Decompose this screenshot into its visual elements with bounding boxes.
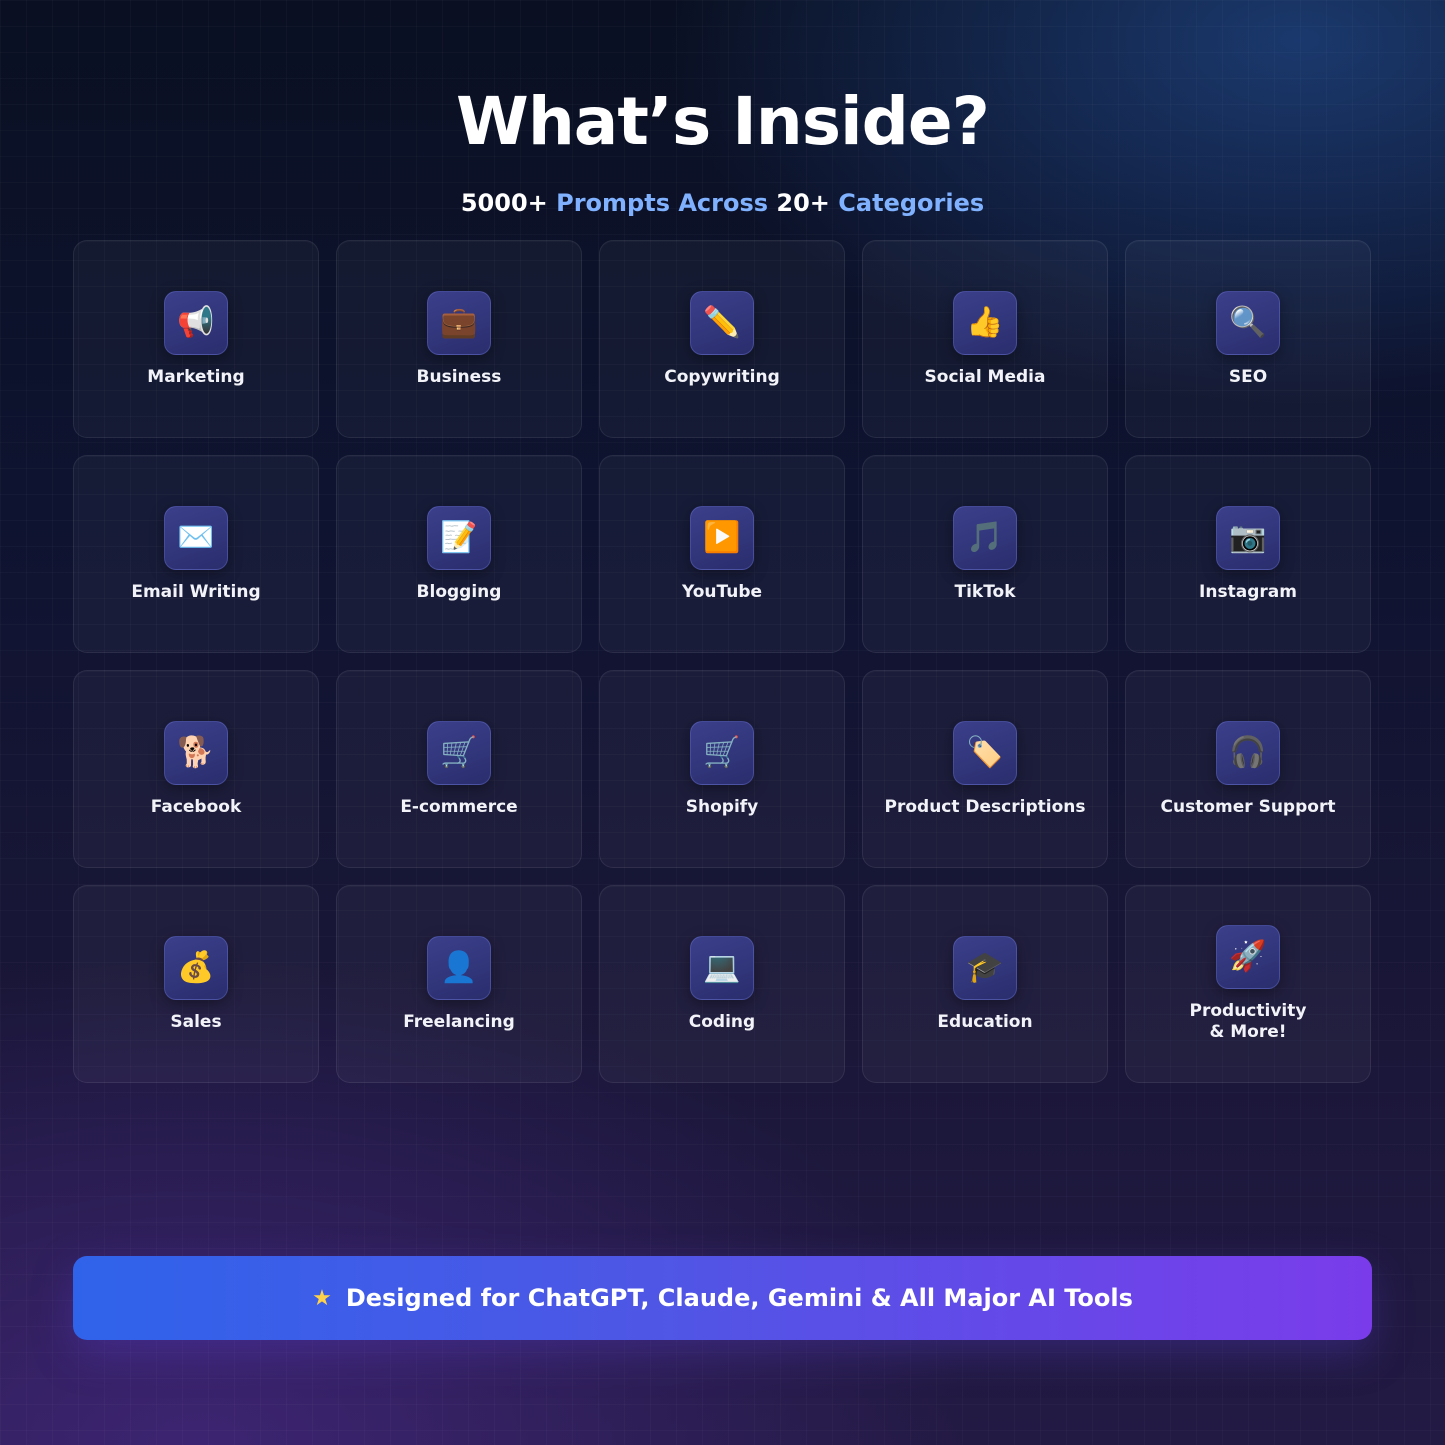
pencil-icon: ✏️ [690, 290, 754, 355]
shopping-cart-icon: 🛒 [690, 720, 754, 785]
category-card-productivity[interactable]: 🚀 Productivity & More! [1125, 885, 1371, 1083]
compatibility-banner: ★ Designed for ChatGPT, Claude, Gemini &… [73, 1256, 1372, 1340]
category-label: Blogging [416, 581, 502, 602]
play-button-icon: ▶️ [690, 505, 754, 570]
category-card-customer-support[interactable]: 🎧 Customer Support [1125, 670, 1371, 868]
category-label: Coding [688, 1011, 756, 1032]
camera-icon: 📷 [1216, 505, 1280, 570]
category-label: Business [416, 366, 502, 387]
star-icon: ★ [312, 1285, 332, 1311]
category-card-business[interactable]: 💼 Business [336, 240, 582, 438]
subtitle-prompt-count: 5000+ [460, 189, 548, 217]
music-note-icon: 🎵 [953, 505, 1017, 570]
category-card-social-media[interactable]: 👍 Social Media [862, 240, 1108, 438]
rocket-icon: 🚀 [1216, 925, 1280, 989]
category-card-facebook[interactable]: 🐕 Facebook [73, 670, 319, 868]
category-card-sales[interactable]: 💰 Sales [73, 885, 319, 1083]
laptop-icon: 💻 [690, 935, 754, 1000]
category-card-copywriting[interactable]: ✏️ Copywriting [599, 240, 845, 438]
category-label: Marketing [147, 366, 245, 387]
category-label: TikTok [954, 581, 1016, 602]
page-subtitle: 5000+ Prompts Across 20+ Categories [0, 186, 1445, 220]
memo-icon: 📝 [427, 505, 491, 570]
category-label: Instagram [1199, 581, 1297, 602]
banner-text: Designed for ChatGPT, Claude, Gemini & A… [345, 1284, 1133, 1312]
briefcase-icon: 💼 [427, 290, 491, 355]
category-card-instagram[interactable]: 📷 Instagram [1125, 455, 1371, 653]
category-label: Email Writing [131, 581, 261, 602]
magnifier-icon: 🔍 [1216, 290, 1280, 355]
shopping-cart-icon: 🛒 [427, 720, 491, 785]
category-card-shopify[interactable]: 🛒 Shopify [599, 670, 845, 868]
graduation-cap-icon: 🎓 [953, 935, 1017, 1000]
category-card-tiktok[interactable]: 🎵 TikTok [862, 455, 1108, 653]
category-card-product-descriptions[interactable]: 🏷️ Product Descriptions [862, 670, 1108, 868]
category-card-coding[interactable]: 💻 Coding [599, 885, 845, 1083]
category-grid: 📢 Marketing 💼 Business ✏️ Copywriting 👍 … [73, 240, 1372, 1083]
category-label: Product Descriptions [884, 796, 1086, 817]
category-label: Copywriting [664, 366, 780, 387]
money-bag-icon: 💰 [164, 935, 228, 1000]
dog-icon: 🐕 [164, 720, 228, 785]
category-label: Freelancing [403, 1011, 515, 1032]
category-label: Shopify [685, 796, 759, 817]
envelope-icon: ✉️ [164, 505, 228, 570]
subtitle-prompts-across: Prompts Across [556, 189, 769, 217]
category-card-marketing[interactable]: 📢 Marketing [73, 240, 319, 438]
category-card-youtube[interactable]: ▶️ YouTube [599, 455, 845, 653]
category-card-blogging[interactable]: 📝 Blogging [336, 455, 582, 653]
megaphone-icon: 📢 [164, 290, 228, 355]
category-card-e-commerce[interactable]: 🛒 E-commerce [336, 670, 582, 868]
thumbs-up-icon: 👍 [953, 290, 1017, 355]
category-label: YouTube [681, 581, 763, 602]
category-label: Social Media [924, 366, 1046, 387]
category-card-education[interactable]: 🎓 Education [862, 885, 1108, 1083]
category-label: Education [937, 1011, 1033, 1032]
page-title: What’s Inside? [456, 83, 990, 160]
category-card-freelancing[interactable]: 👤 Freelancing [336, 885, 582, 1083]
category-label: Productivity & More! [1189, 1001, 1307, 1042]
category-label: Customer Support [1160, 796, 1336, 817]
subtitle-category-count: 20+ [776, 189, 830, 217]
category-label: SEO [1228, 366, 1268, 387]
person-icon: 👤 [427, 935, 491, 1000]
headphones-icon: 🎧 [1216, 720, 1280, 785]
category-label: Facebook [150, 796, 242, 817]
category-label: Sales [170, 1011, 222, 1032]
price-tag-icon: 🏷️ [953, 720, 1017, 785]
category-card-email-writing[interactable]: ✉️ Email Writing [73, 455, 319, 653]
category-card-seo[interactable]: 🔍 SEO [1125, 240, 1371, 438]
category-label: E-commerce [400, 796, 518, 817]
subtitle-categories: Categories [838, 189, 985, 217]
